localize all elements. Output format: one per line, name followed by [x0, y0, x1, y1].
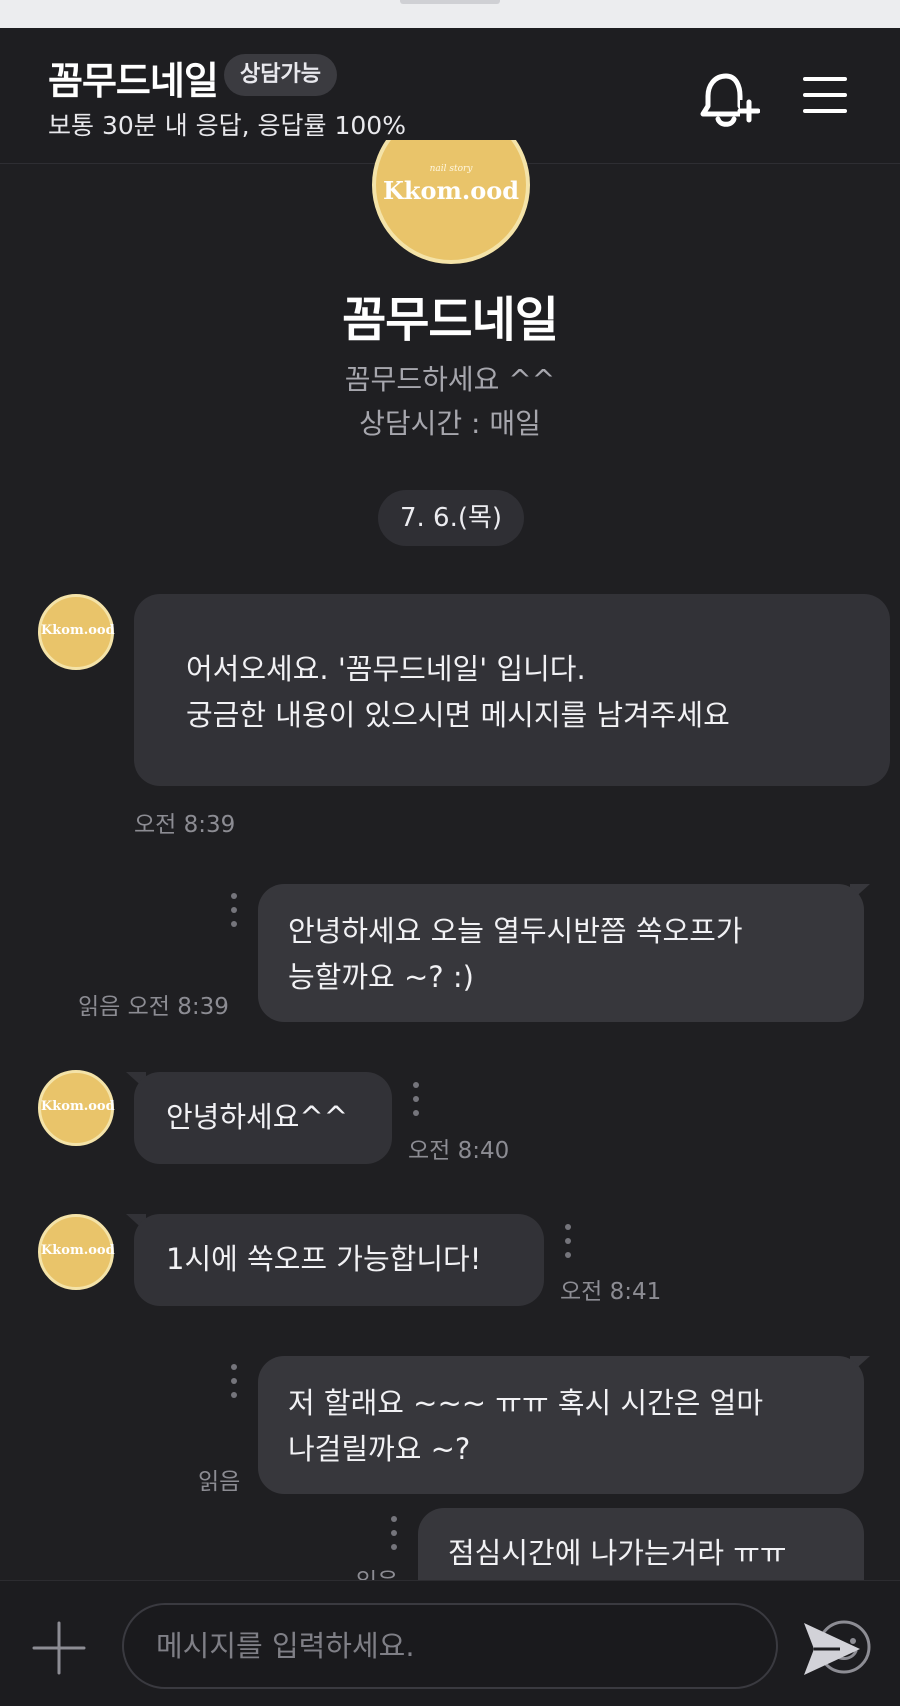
profile-name: 꼼무드네일: [342, 292, 559, 348]
message-input[interactable]: [156, 1623, 676, 1669]
chat-title[interactable]: 꼼무드네일: [48, 50, 219, 105]
message-line: 나걸릴까요 ~?: [288, 1432, 471, 1466]
more-options-icon[interactable]: [564, 1224, 572, 1260]
sender-avatar-logo: Kkom.ood: [41, 623, 115, 638]
bell-plus-icon[interactable]: [696, 66, 760, 130]
message-line: 궁금한 내용이 있으시면 메시지를 남겨주세요: [186, 698, 730, 732]
profile-intro-line1: 꼼무드하세요 ^^: [344, 363, 556, 396]
message-bubble-outgoing[interactable]: 안녕하세요 오늘 열두시반쯤 쏙오프가 능할까요 ~? :): [258, 884, 864, 1022]
send-icon[interactable]: [800, 1617, 864, 1681]
message-time: 읽음 오전 8:39: [78, 994, 229, 1020]
message-time: 오전 8:39: [134, 812, 236, 838]
sender-avatar-logo: Kkom.ood: [41, 1243, 115, 1258]
message-input-bar: [0, 1580, 900, 1706]
sender-avatar[interactable]: Kkom.ood: [38, 1214, 115, 1290]
more-options-icon[interactable]: [230, 1364, 238, 1400]
profile-avatar[interactable]: nail story Kkom.ood: [372, 140, 530, 264]
more-options-icon[interactable]: [230, 893, 238, 929]
sender-avatar[interactable]: Kkom.ood: [38, 594, 115, 670]
sender-avatar-logo: Kkom.ood: [41, 1099, 115, 1114]
message-line: 안녕하세요^^: [166, 1100, 348, 1134]
message-time: 읽음: [198, 1469, 241, 1495]
more-options-icon[interactable]: [390, 1516, 398, 1552]
message-bubble-outgoing[interactable]: 저 할래요 ~~~ ㅠㅠ 혹시 시간은 얼마 나걸릴까요 ~?: [258, 1356, 864, 1494]
plus-icon[interactable]: [32, 1621, 86, 1675]
message-line: 어서오세요. '꼼무드네일' 입니다.: [186, 652, 586, 686]
status-badge: 상담가능: [224, 54, 337, 96]
message-input-container[interactable]: [122, 1603, 871, 1689]
profile-logo-small: nail story: [429, 164, 473, 174]
date-divider: 7. 6.(목): [378, 490, 524, 546]
profile-intro: 꼼무드하세요 ^^ 상담시간 : 매일: [0, 358, 900, 446]
message-bubble-incoming[interactable]: 1시에 쏙오프 가능합니다!: [134, 1214, 544, 1306]
profile-intro-line2: 상담시간 : 매일: [359, 407, 541, 440]
message-line: 1시에 쏙오프 가능합니다!: [166, 1242, 482, 1276]
status-notch: [400, 0, 500, 4]
chat-screen: 꼼무드네일 상담가능 보통 30분 내 응답, 응답률 100% nail st…: [0, 0, 900, 1706]
menu-icon[interactable]: [802, 72, 848, 118]
message-line: 능할까요 ~? :): [288, 960, 474, 994]
sender-avatar[interactable]: Kkom.ood: [38, 1070, 115, 1146]
message-time: 오전 8:41: [560, 1279, 662, 1305]
status-strip: [0, 0, 900, 28]
profile-logo-text: Kkom.ood: [382, 176, 520, 205]
message-time: 오전 8:40: [408, 1138, 510, 1164]
message-line: 점심시간에 나가는거라 ㅠㅠ: [448, 1536, 787, 1570]
message-bubble-incoming[interactable]: 어서오세요. '꼼무드네일' 입니다. 궁금한 내용이 있으시면 메시지를 남겨…: [134, 594, 890, 786]
more-options-icon[interactable]: [412, 1082, 420, 1118]
message-line: 안녕하세요 오늘 열두시반쯤 쏙오프가: [288, 914, 743, 948]
message-line: 저 할래요 ~~~ ㅠㅠ 혹시 시간은 얼마: [288, 1386, 764, 1420]
response-info: 보통 30분 내 응답, 응답률 100%: [48, 111, 406, 140]
message-bubble-incoming[interactable]: 안녕하세요^^: [134, 1072, 392, 1164]
